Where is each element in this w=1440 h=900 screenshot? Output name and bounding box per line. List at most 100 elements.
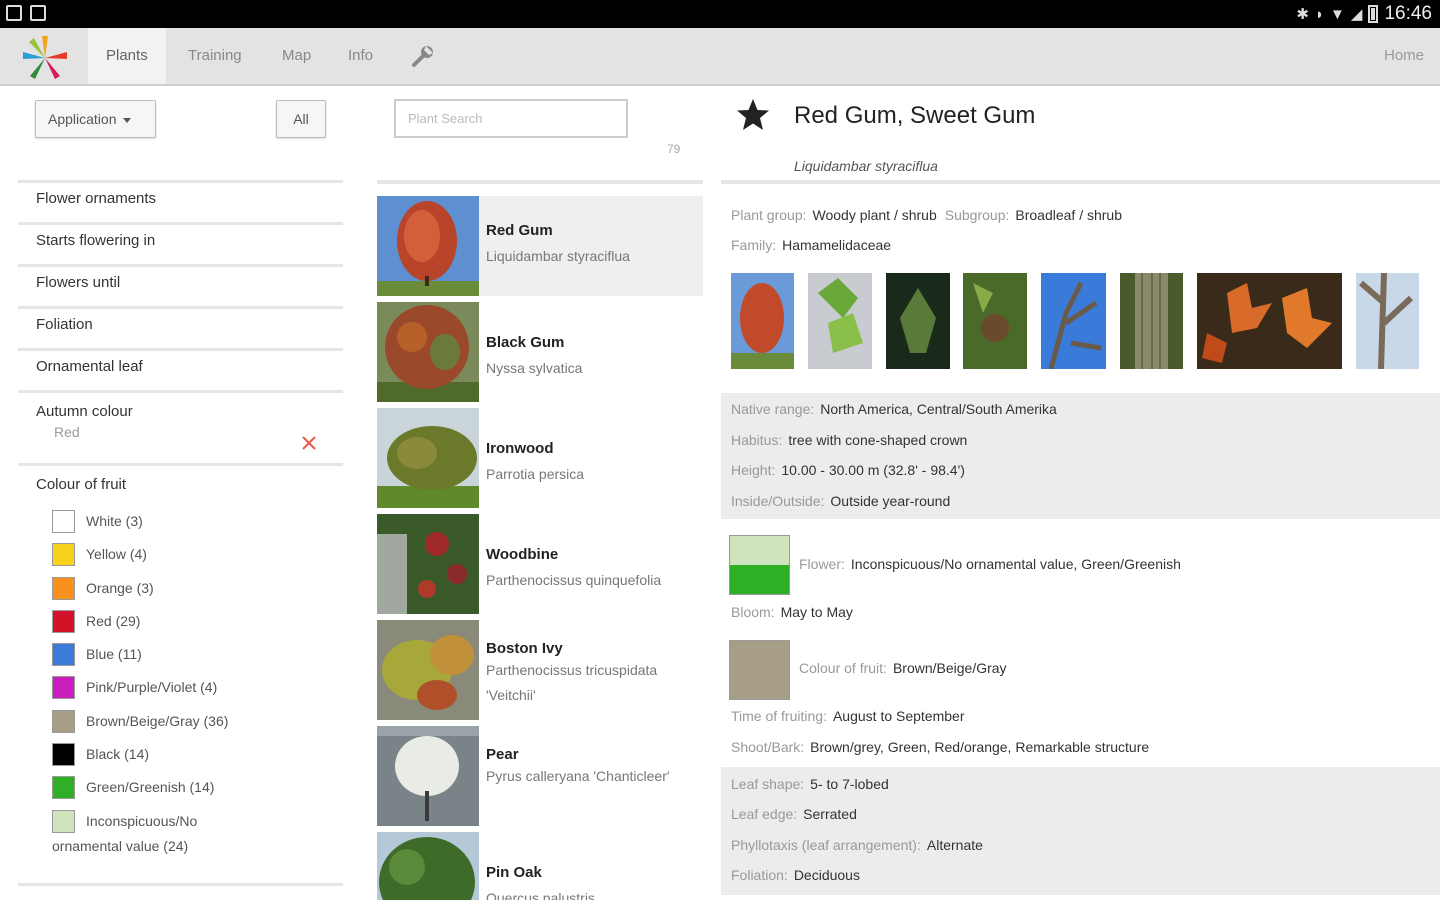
colour-option-label: Pink/Purple/Violet (4) (86, 679, 218, 696)
plant-thumbnail (377, 196, 479, 296)
plant-item-ironwood[interactable]: Ironwood Parrotia persica (377, 408, 703, 508)
plant-item-black-gum[interactable]: Black Gum Nyssa sylvatica (377, 302, 703, 402)
colour-swatch (52, 676, 75, 700)
plant-name: Red Gum (486, 222, 553, 239)
status-time: 16:46 (1384, 3, 1432, 24)
wrench-icon[interactable] (410, 43, 436, 69)
colour-swatch (52, 510, 75, 533)
colour-swatch (52, 643, 75, 667)
gallery-photo-tree[interactable] (731, 273, 794, 369)
notification-icon (6, 5, 22, 21)
leaf-edge-row: Leaf edge: Serrated (731, 806, 857, 822)
phyllotaxis-row: Phyllotaxis (leaf arrangement): Alternate (731, 837, 983, 853)
plant-item-pin-oak[interactable]: Pin Oak Quercus palustris (377, 832, 703, 900)
plant-name: Pin Oak (486, 864, 542, 881)
plant-detail-scientific-name: Liquidambar styraciflua (794, 158, 938, 174)
plant-group-row: Plant group: Woody plant / shrub Subgroup:… (731, 207, 1122, 223)
leaf-shape-row: Leaf shape: 5- to 7-lobed (731, 776, 889, 792)
bloom-row: Bloom: May to May (731, 604, 853, 620)
plant-scientific-name: Parrotia persica (486, 466, 585, 482)
colour-option-label: Blue (11) (86, 646, 142, 663)
status-notifications (6, 5, 46, 21)
battery-icon (1368, 5, 1379, 23)
plant-scientific-name: Nyssa sylvatica (486, 360, 583, 376)
application-label: Application (48, 111, 117, 127)
colour-option-label: Black (14) (86, 746, 150, 763)
caret-down-icon (123, 117, 132, 123)
tab-info[interactable]: Info (330, 28, 391, 84)
wifi-icon: ▼ (1330, 5, 1345, 23)
colour-option-label: Orange (3) (86, 579, 154, 596)
filter-flower-ornaments[interactable]: Flower ornaments (18, 183, 343, 222)
gallery-photo-leaves[interactable] (808, 273, 872, 369)
colour-swatch (52, 576, 75, 600)
colour-swatch (52, 709, 75, 733)
plant-detail-title: Red Gum, Sweet Gum (794, 102, 1036, 129)
tab-plants[interactable]: Plants (88, 28, 166, 84)
all-button[interactable]: All (276, 100, 326, 138)
filter-flowers-until[interactable]: Flowers until (18, 267, 343, 306)
plant-name: Pear (486, 746, 519, 763)
colour-option-label: Yellow (4) (86, 546, 147, 563)
app-logo-icon (23, 36, 67, 79)
plant-item-red-gum[interactable]: Red Gum Liquidambar styraciflua (377, 196, 703, 296)
time-of-fruiting-row: Time of fruiting: August to September (731, 708, 965, 724)
autumn-colour-label: Autumn colour (36, 403, 133, 420)
gallery-photo-fruit[interactable] (963, 273, 1027, 369)
inside-outside-row: Inside/Outside: Outside year-round (731, 493, 951, 509)
colour-swatch (52, 743, 75, 767)
plant-thumbnail (377, 620, 479, 720)
tab-map[interactable]: Map (264, 28, 329, 84)
plant-scientific-name: Pyrus calleryana 'Chanticleer' (486, 768, 670, 784)
top-nav: Plants Training Map Info Home (0, 28, 1440, 86)
application-dropdown[interactable]: Application (35, 100, 156, 138)
filter-colour-of-fruit[interactable]: Colour of fruit (18, 466, 343, 510)
plant-scientific-name: Parthenocissus tricuspidata 'Veitchii' (486, 662, 658, 703)
clear-filter-icon[interactable] (301, 435, 317, 451)
plant-name: Ironwood (486, 440, 554, 457)
plant-thumbnail (377, 832, 479, 900)
family-row: Family: Hamamelidaceae (731, 237, 892, 253)
favorite-star-icon[interactable] (735, 97, 771, 133)
colour-option-label-continued: ornamental value (24) (52, 837, 189, 854)
fruit-colour-row: Colour of fruit: Brown/Beige/Gray (799, 660, 1007, 676)
plant-thumbnail (377, 302, 479, 402)
colour-option-label: Red (29) (86, 612, 141, 629)
fruit-colour-swatch (729, 640, 790, 700)
colour-option-label: Brown/Beige/Gray (36) (86, 712, 229, 729)
colour-swatch (52, 776, 75, 800)
signal-icon: ◢ (1350, 6, 1363, 23)
filter-foliation[interactable]: Foliation (18, 309, 343, 348)
status-system: ✱ ◗ ▼ ◢ 16:46 (1296, 3, 1432, 25)
autumn-colour-value: Red (54, 424, 80, 440)
plant-search-input[interactable] (394, 99, 628, 138)
plant-name: Boston Ivy (486, 640, 563, 657)
plant-list: Red Gum Liquidambar styraciflua Black Gu… (377, 196, 703, 900)
filter-list: Flower ornaments Starts flowering in Flo… (18, 180, 343, 510)
plant-thumbnail (377, 514, 479, 614)
gallery-photo-leaf-dark[interactable] (886, 273, 950, 369)
colour-option-label: Inconspicuous/No (86, 812, 198, 829)
colour-option-label: Green/Greenish (14) (86, 779, 215, 796)
filter-starts-flowering[interactable]: Starts flowering in (18, 225, 343, 264)
filter-autumn-colour[interactable]: Autumn colour Red (18, 393, 343, 463)
gallery-photo-branches[interactable] (1041, 273, 1106, 369)
plant-item-boston-ivy[interactable]: Boston Ivy Parthenocissus tricuspidata '… (377, 620, 703, 720)
gallery-photo-autumn-leaves[interactable] (1197, 273, 1342, 369)
gallery-photo-bark[interactable] (1120, 273, 1183, 369)
foliation-row: Foliation: Deciduous (731, 867, 860, 883)
plant-item-woodbine[interactable]: Woodbine Parthenocissus quinquefolia (377, 514, 703, 614)
plant-item-pear[interactable]: Pear Pyrus calleryana 'Chanticleer' (377, 726, 703, 826)
shoot-bark-row: Shoot/Bark: Brown/grey, Green, Red/orange… (731, 739, 1150, 755)
gallery-photo-trunk[interactable] (1356, 273, 1419, 369)
status-bar: ✱ ◗ ▼ ◢ 16:46 (0, 0, 1440, 28)
home-link[interactable]: Home (1384, 28, 1424, 84)
gallery-notification-icon (30, 5, 46, 21)
filter-ornamental-leaf[interactable]: Ornamental leaf (18, 351, 343, 390)
colour-swatch (52, 543, 75, 567)
plant-name: Black Gum (486, 334, 565, 351)
plant-scientific-name: Quercus palustris (486, 890, 595, 900)
plant-scientific-name: Parthenocissus quinquefolia (486, 572, 662, 588)
tab-training[interactable]: Training (170, 28, 260, 84)
colour-option-label: White (3) (86, 513, 143, 529)
